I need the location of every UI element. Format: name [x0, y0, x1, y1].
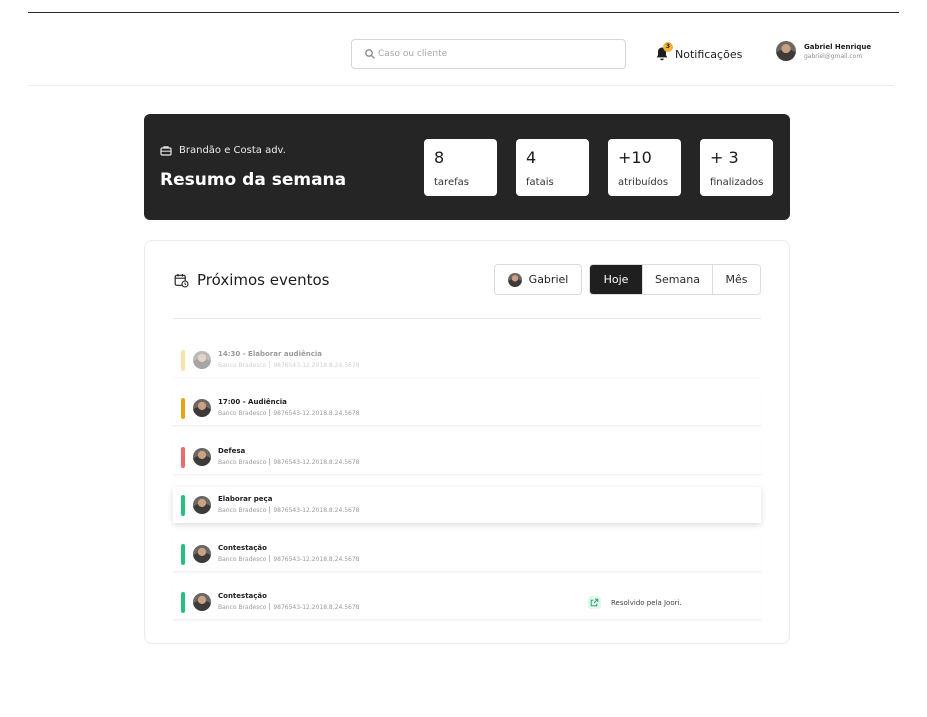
user-menu[interactable]: Gabriel Henrique gabriel@gmail.com: [776, 41, 871, 61]
event-avatar: [193, 545, 211, 563]
firm-name: Brandão e Costa adv.: [160, 145, 286, 156]
event-color-bar: [181, 544, 185, 565]
weekly-summary-card: Brandão e Costa adv. Resumo da semana 8 …: [144, 114, 790, 220]
stat-label: atribuídos: [618, 177, 669, 188]
event-row[interactable]: Contestação Banco Bradesco 9876543-12.201…: [173, 536, 761, 572]
events-title: Próximos eventos: [197, 271, 330, 289]
event-title: Elaborar peça: [218, 495, 273, 503]
person-filter-label: Gabriel: [528, 273, 569, 286]
firm-label: Brandão e Costa adv.: [179, 145, 286, 156]
stat-finished: + 3 finalizados: [700, 139, 773, 196]
event-title: Contestação: [218, 592, 267, 600]
stat-tasks: 8 tarefas: [424, 139, 497, 196]
upcoming-events-card: Próximos eventos Gabriel Hoje Semana Mês…: [144, 240, 790, 644]
stat-value: +10: [618, 148, 652, 167]
stat-label: finalizados: [710, 177, 764, 188]
period-today-tab[interactable]: Hoje: [590, 265, 642, 294]
event-avatar: [193, 399, 211, 417]
period-month-tab[interactable]: Mês: [712, 265, 760, 294]
event-process-number: 9876543-12.2018.8.24.5678: [273, 556, 360, 563]
event-process-number: 9876543-12.2018.8.24.5678: [273, 604, 360, 611]
top-header: 3 Notificações Gabriel Henrique gabriel@…: [28, 13, 894, 86]
event-color-bar: [181, 447, 185, 468]
event-title: 17:00 - Audiência: [218, 398, 287, 406]
period-selector: Hoje Semana Mês: [589, 264, 761, 295]
event-row[interactable]: 17:00 - Audiência Banco Bradesco 9876543-…: [173, 390, 761, 426]
event-process-number: 9876543-12.2018.8.24.5678: [273, 507, 360, 514]
event-row[interactable]: Contestação Banco Bradesco 9876543-12.201…: [173, 584, 761, 620]
event-title: Defesa: [218, 447, 246, 455]
event-process-number: 9876543-12.2018.8.24.5678: [273, 362, 360, 369]
event-title: 14:30 - Elaborar audiência: [218, 350, 322, 358]
event-title: Contestação: [218, 544, 267, 552]
person-filter-button[interactable]: Gabriel: [494, 264, 582, 295]
event-row[interactable]: Defesa Banco Bradesco 9876543-12.2018.8.2…: [173, 439, 761, 475]
notifications-button[interactable]: 3 Notificações: [655, 42, 743, 65]
event-client: Banco Bradesco: [218, 362, 267, 369]
event-color-bar: [181, 495, 185, 516]
event-client: Banco Bradesco: [218, 507, 267, 514]
resolved-label: Resolvido pela Joori.: [611, 598, 682, 607]
external-link-icon[interactable]: [588, 596, 601, 609]
event-avatar: [193, 496, 211, 514]
briefcase-icon: [160, 146, 172, 156]
stat-value: 8: [434, 148, 445, 167]
stat-value: + 3: [710, 148, 739, 167]
event-avatar: [193, 448, 211, 466]
events-divider: [173, 318, 761, 319]
event-client: Banco Bradesco: [218, 556, 267, 563]
event-color-bar: [181, 592, 185, 613]
notification-badge: 3: [663, 42, 673, 52]
stat-label: tarefas: [434, 177, 469, 188]
event-client: Banco Bradesco: [218, 604, 267, 611]
event-client: Banco Bradesco: [218, 459, 267, 466]
user-name: Gabriel Henrique: [804, 42, 872, 51]
search-box[interactable]: [351, 39, 626, 69]
event-process-number: 9876543-12.2018.8.24.5678: [273, 459, 360, 466]
stat-fatal: 4 fatais: [516, 139, 589, 196]
event-color-bar: [181, 350, 185, 371]
bell-icon: 3: [655, 42, 673, 62]
resolved-status: Resolvido pela Joori.: [588, 596, 682, 609]
user-email: gabriel@gmail.com: [804, 52, 863, 60]
summary-title: Resumo da semana: [160, 170, 347, 190]
event-color-bar: [181, 398, 185, 419]
event-row[interactable]: Elaborar peça Banco Bradesco 9876543-12.2…: [173, 487, 761, 523]
event-row[interactable]: 14:30 - Elaborar audiência Banco Bradesc…: [173, 342, 761, 378]
stat-label: fatais: [526, 177, 554, 188]
period-week-tab[interactable]: Semana: [642, 265, 712, 294]
search-icon: [365, 49, 375, 59]
event-process-number: 9876543-12.2018.8.24.5678: [273, 410, 360, 417]
events-header: Próximos eventos: [174, 271, 329, 289]
stat-value: 4: [526, 148, 537, 167]
stat-assigned: +10 atribuídos: [608, 139, 681, 196]
search-input[interactable]: [378, 40, 618, 68]
notifications-label: Notificações: [675, 47, 743, 61]
filter-avatar: [507, 272, 522, 287]
user-avatar: [776, 41, 796, 61]
event-avatar: [193, 593, 211, 611]
event-client: Banco Bradesco: [218, 410, 267, 417]
event-avatar: [193, 351, 211, 369]
calendar-clock-icon: [174, 273, 189, 288]
